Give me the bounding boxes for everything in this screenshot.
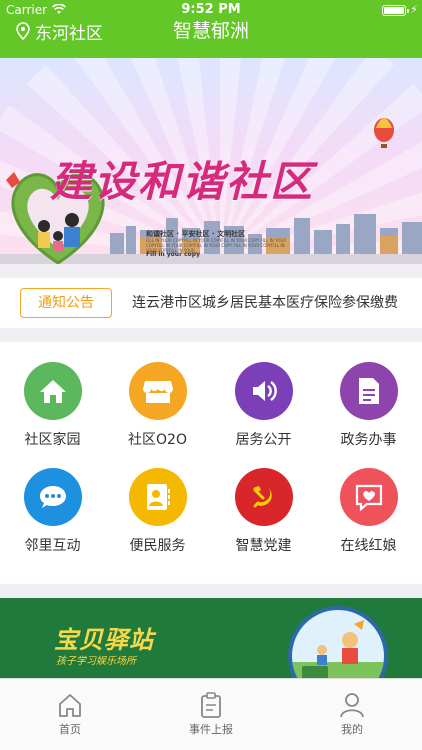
- heart-chat-icon: [340, 468, 398, 526]
- top-header: Carrier 9:52 PM ⚡ 东河社区 智慧郁洲: [0, 0, 422, 58]
- service-item-government[interactable]: 政务办事: [316, 342, 421, 448]
- tab-report[interactable]: 事件上报: [141, 679, 281, 750]
- service-label: 在线红娘: [340, 538, 397, 554]
- service-label: 社区O2O: [128, 432, 187, 448]
- service-grid: 社区家园 社区O2O 居务公开 政务办事 邻里互动 便民服务 智慧党建 在线红娘: [0, 342, 422, 584]
- banner-fill-text: Fill in your copy: [146, 251, 201, 258]
- home-icon: [24, 362, 82, 420]
- notice-text[interactable]: 连云港市区城乡居民基本医疗保险参保缴费: [132, 292, 412, 312]
- service-label: 政务办事: [340, 432, 397, 448]
- page-title: 智慧郁洲: [172, 20, 249, 42]
- notice-bar[interactable]: 通知公告 连云港市区城乡居民基本医疗保险参保缴费: [0, 278, 422, 328]
- tab-profile[interactable]: 我的: [282, 679, 422, 750]
- battery-icon: [382, 5, 409, 16]
- party-emblem-icon: [235, 468, 293, 526]
- service-label: 邻里互动: [24, 538, 81, 554]
- report-clipboard-icon: [201, 692, 221, 718]
- tab-home[interactable]: 首页: [0, 679, 140, 750]
- tab-label: 我的: [341, 723, 363, 736]
- service-item-neighbors[interactable]: 邻里互动: [0, 448, 105, 554]
- document-icon: [340, 362, 398, 420]
- service-label: 便民服务: [129, 538, 186, 554]
- speaker-icon: [235, 362, 293, 420]
- notice-badge: 通知公告: [20, 288, 112, 318]
- charging-bolt-icon: ⚡: [410, 3, 418, 16]
- chat-icon: [24, 468, 82, 526]
- tab-label: 事件上报: [189, 723, 233, 736]
- banner-headline: 建设和谐社区: [50, 157, 315, 206]
- service-item-o2o[interactable]: 社区O2O: [105, 342, 210, 448]
- promo-subtitle: 孩子学习娱乐场所: [56, 656, 136, 667]
- store-icon: [129, 362, 187, 420]
- service-label: 社区家园: [24, 432, 81, 448]
- service-item-community-home[interactable]: 社区家园: [0, 342, 105, 448]
- service-label: 智慧党建: [235, 538, 292, 554]
- status-bar: Carrier 9:52 PM ⚡: [0, 0, 422, 20]
- promo-globe-illustration: [288, 606, 388, 678]
- service-item-matchmaker[interactable]: 在线红娘: [316, 448, 421, 554]
- tab-label: 首页: [59, 723, 81, 736]
- promo-title: 宝贝驿站: [54, 626, 154, 654]
- banner-carousel[interactable]: 建设和谐社区 和谐社区 · 平安社区 · 文明社区 FILL IN YOUR C…: [0, 58, 422, 264]
- profile-icon: [340, 693, 364, 718]
- promo-banner[interactable]: 宝贝驿站 孩子学习娱乐场所: [0, 598, 422, 678]
- service-item-party-building[interactable]: 智慧党建: [211, 448, 316, 554]
- home-tab-icon: [59, 694, 81, 717]
- contact-card-icon: [129, 468, 187, 526]
- service-item-convenience[interactable]: 便民服务: [105, 448, 210, 554]
- tab-bar: 首页 事件上报 我的: [0, 678, 422, 750]
- nav-bar: 东河社区 智慧郁洲: [0, 20, 422, 58]
- service-item-affairs-disclosure[interactable]: 居务公开: [211, 342, 316, 448]
- service-label: 居务公开: [235, 432, 292, 448]
- clock: 9:52 PM: [181, 2, 241, 17]
